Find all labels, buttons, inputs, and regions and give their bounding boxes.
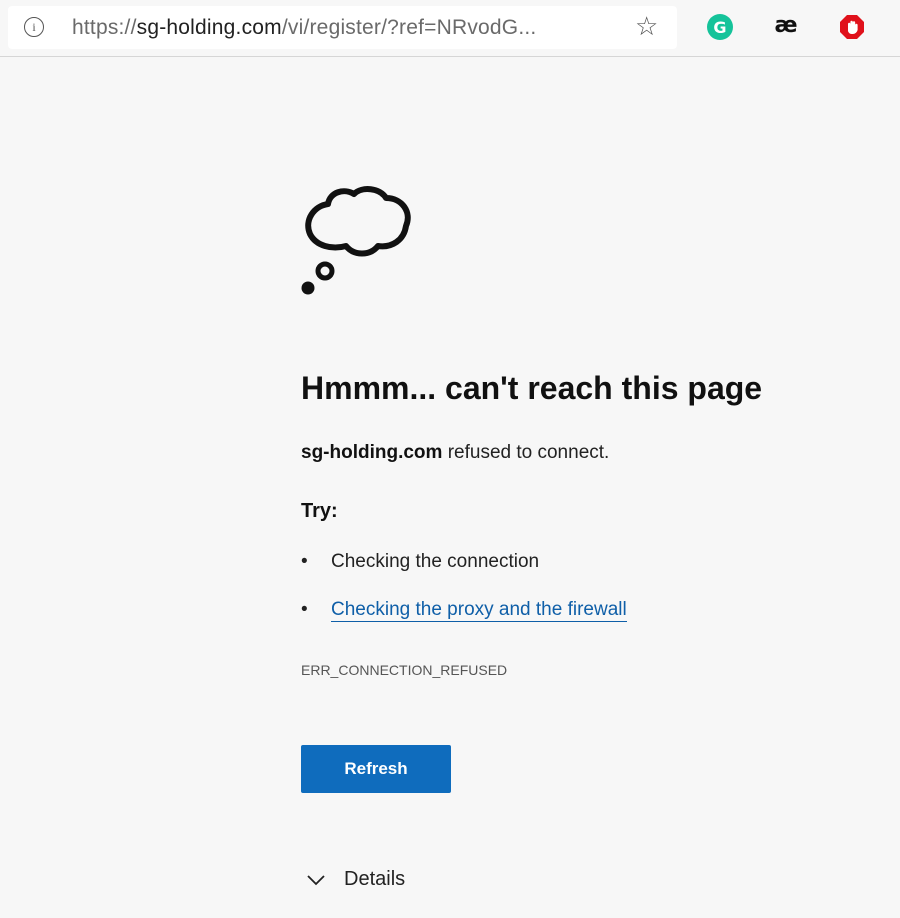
add-favorite-star-icon[interactable]: ☆ xyxy=(635,12,658,42)
refresh-button[interactable]: Refresh xyxy=(301,745,451,793)
chevron-down-icon xyxy=(307,874,325,885)
adblock-stop-icon[interactable] xyxy=(839,14,865,40)
error-code: ERR_CONNECTION_REFUSED xyxy=(301,662,508,678)
list-item: • Checking the connection xyxy=(301,551,540,572)
thought-cloud-icon xyxy=(301,186,411,295)
site-info-button[interactable]: i xyxy=(20,13,48,41)
grammarly-icon[interactable]: G xyxy=(707,14,733,40)
ae-icon[interactable]: æ xyxy=(773,12,799,38)
list-item: • Checking the proxy and the firewall xyxy=(301,599,627,622)
address-bar[interactable]: i https://sg-holding.com/vi/register/?re… xyxy=(8,6,677,49)
details-toggle[interactable]: Details xyxy=(306,868,405,891)
try-heading: Try: xyxy=(301,500,338,522)
proxy-firewall-link[interactable]: Checking the proxy and the firewall xyxy=(331,599,627,622)
error-description: sg-holding.com refused to connect. xyxy=(301,442,610,463)
page-title: Hmmm... can't reach this page xyxy=(301,370,763,406)
url-text[interactable]: https://sg-holding.com/vi/register/?ref=… xyxy=(72,16,536,40)
info-icon: i xyxy=(24,17,44,37)
browser-toolbar: i https://sg-holding.com/vi/register/?re… xyxy=(0,0,900,57)
